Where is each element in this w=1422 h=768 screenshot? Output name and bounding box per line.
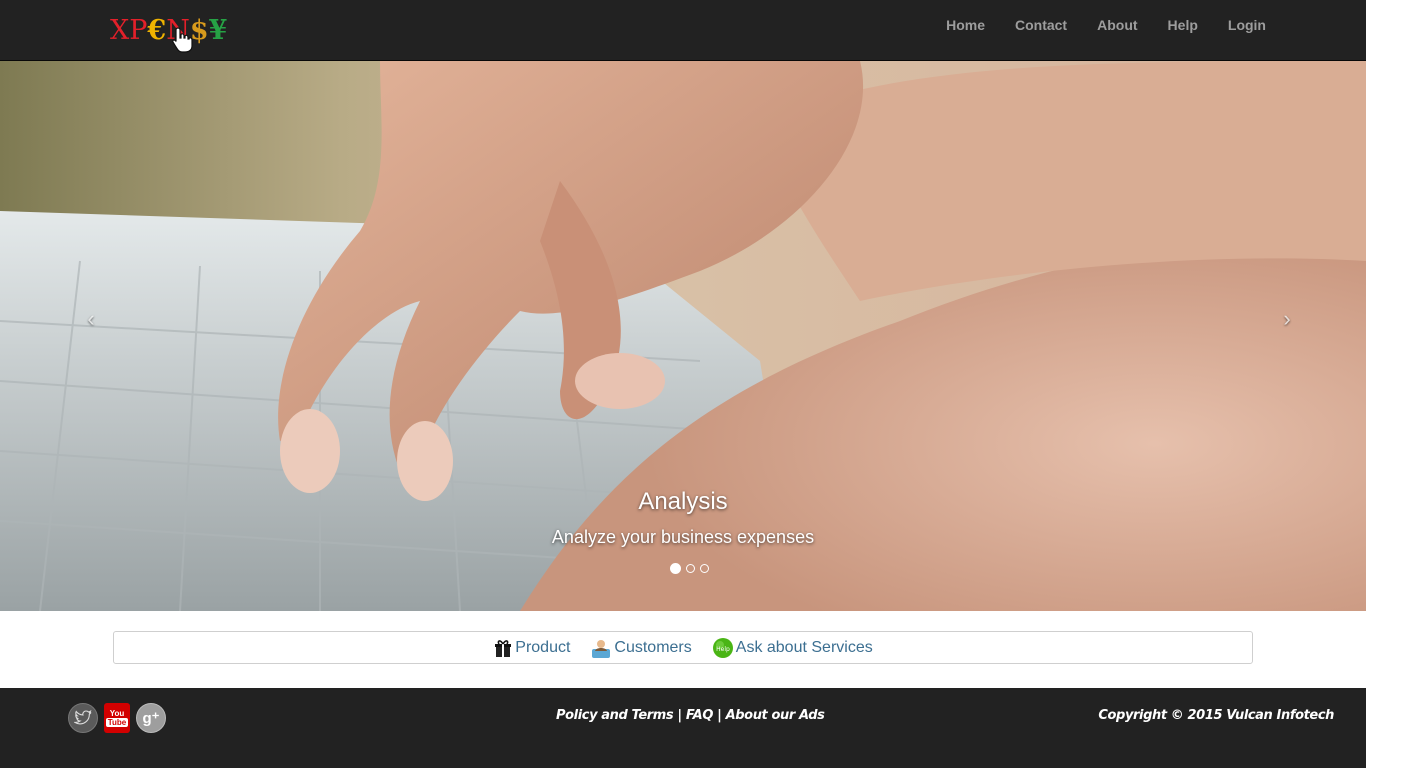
customers-link-label: Customers xyxy=(614,638,692,656)
carousel-next-button[interactable]: › xyxy=(1272,306,1302,332)
product-link-label: Product xyxy=(515,638,571,656)
carousel-indicator-dot[interactable] xyxy=(699,564,709,573)
logo-letter: ¥ xyxy=(208,14,228,46)
nav-help[interactable]: Help xyxy=(1168,0,1198,50)
customer-icon xyxy=(592,639,611,658)
google-plus-glyph: g⁺ xyxy=(142,710,160,727)
ask-services-link[interactable]: Help Ask about Services xyxy=(712,637,873,659)
logo-letter: X xyxy=(110,14,130,46)
page: X P € N $ ¥ Home Contact About Help Logi… xyxy=(0,0,1366,768)
youtube-bottom-text: Tube xyxy=(105,718,129,727)
main-nav: Home Contact About Help Login xyxy=(946,0,1266,50)
product-link[interactable]: Product xyxy=(493,638,570,658)
hand-cursor-icon xyxy=(172,27,193,53)
logo-letter: P xyxy=(129,14,148,46)
help-bubble-icon: Help xyxy=(712,637,733,658)
nav-home[interactable]: Home xyxy=(946,0,985,50)
svg-text:Help: Help xyxy=(716,646,730,653)
twitter-bird-icon xyxy=(74,710,92,725)
youtube-icon[interactable]: You Tube xyxy=(104,703,130,733)
brand-logo[interactable]: X P € N $ ¥ xyxy=(110,8,228,53)
nav-about[interactable]: About xyxy=(1097,0,1137,50)
policy-terms-link[interactable]: Policy and Terms xyxy=(556,708,674,723)
customers-link[interactable]: Customers xyxy=(590,637,692,659)
carousel-caption-text: Analyze your business expenses xyxy=(551,527,815,547)
nav-login[interactable]: Login xyxy=(1228,0,1266,50)
twitter-icon[interactable] xyxy=(68,703,98,733)
navbar: X P € N $ ¥ Home Contact About Help Logi… xyxy=(0,0,1366,61)
feature-links-panel: Product Customers Help Ask about Service… xyxy=(113,631,1253,664)
gift-icon xyxy=(495,639,512,657)
carousel-indicators xyxy=(0,563,1366,574)
about-ads-link[interactable]: About our Ads xyxy=(726,708,825,723)
social-links: You Tube g⁺ xyxy=(68,703,166,733)
ask-services-link-label: Ask about Services xyxy=(735,638,873,656)
carousel-indicator-dot[interactable] xyxy=(669,563,681,574)
carousel-prev-button[interactable]: ‹ xyxy=(76,306,106,332)
hero-carousel: ‹ › Analysis Analyze your business expen… xyxy=(0,61,1366,611)
nav-contact[interactable]: Contact xyxy=(1015,0,1067,50)
copyright-text: Copyright © 2015 Vulcan Infotech xyxy=(1098,708,1334,723)
youtube-top-text: You xyxy=(109,709,125,718)
footer-separator: | xyxy=(712,708,726,723)
carousel-indicator-dot[interactable] xyxy=(685,564,695,573)
footer-links: Policy and Terms | FAQ | About our Ads xyxy=(556,708,825,723)
google-plus-icon[interactable]: g⁺ xyxy=(136,703,166,733)
carousel-caption-title: Analysis xyxy=(638,488,728,515)
footer: You Tube g⁺ Policy and Terms | FAQ | Abo… xyxy=(0,688,1366,768)
logo-letter: € xyxy=(147,14,167,46)
footer-separator: | xyxy=(673,708,686,723)
faq-link[interactable]: FAQ xyxy=(686,708,714,723)
